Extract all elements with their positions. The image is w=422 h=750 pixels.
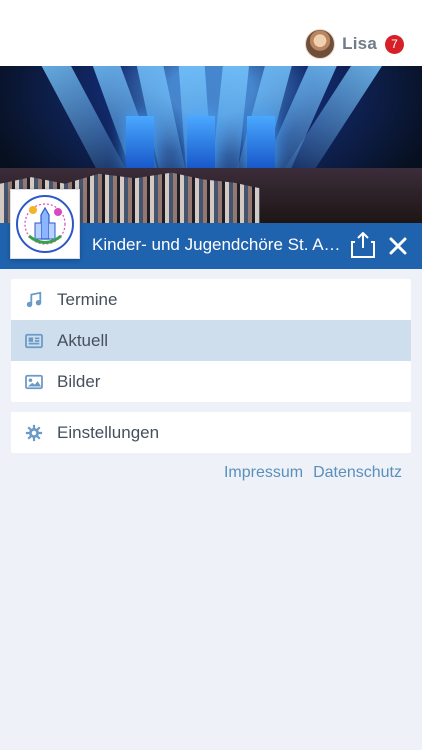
user-name[interactable]: Lisa [342, 34, 377, 54]
newspaper-icon [23, 330, 45, 352]
settings-menu: Einstellungen [11, 412, 411, 453]
menu-item-einstellungen[interactable]: Einstellungen [11, 412, 411, 453]
menu-item-aktuell[interactable]: Aktuell [11, 320, 411, 361]
impressum-link[interactable]: Impressum [224, 464, 303, 482]
menu-item-termine[interactable]: Termine [11, 279, 411, 320]
share-button[interactable] [351, 231, 375, 258]
image-icon [23, 371, 45, 393]
stage-screen [126, 116, 154, 172]
main-menu: Termine Aktuell Bilder [11, 279, 411, 402]
menu-label-aktuell: Aktuell [57, 330, 109, 350]
user-profile[interactable]: Lisa 7 [305, 29, 404, 59]
page-title: Kinder- und Jugendchöre St. Aegidius [92, 235, 347, 254]
music-note-icon [23, 289, 45, 311]
footer-links: Impressum Datenschutz [224, 464, 402, 482]
stage-screen [247, 116, 275, 172]
choir-logo [10, 189, 80, 259]
top-bar: Lisa 7 [0, 0, 422, 67]
menu-label-bilder: Bilder [57, 371, 101, 391]
notification-badge[interactable]: 7 [385, 34, 404, 54]
close-button[interactable] [388, 236, 408, 256]
close-icon [389, 237, 407, 255]
avatar[interactable] [305, 29, 336, 59]
menu-label-einstellungen: Einstellungen [57, 422, 160, 442]
menu-item-bilder[interactable]: Bilder [11, 361, 411, 402]
menu-label-termine: Termine [57, 289, 118, 309]
gear-icon [23, 422, 45, 444]
share-icon [351, 231, 375, 258]
stage-screen [187, 116, 215, 172]
datenschutz-link[interactable]: Datenschutz [313, 464, 402, 482]
